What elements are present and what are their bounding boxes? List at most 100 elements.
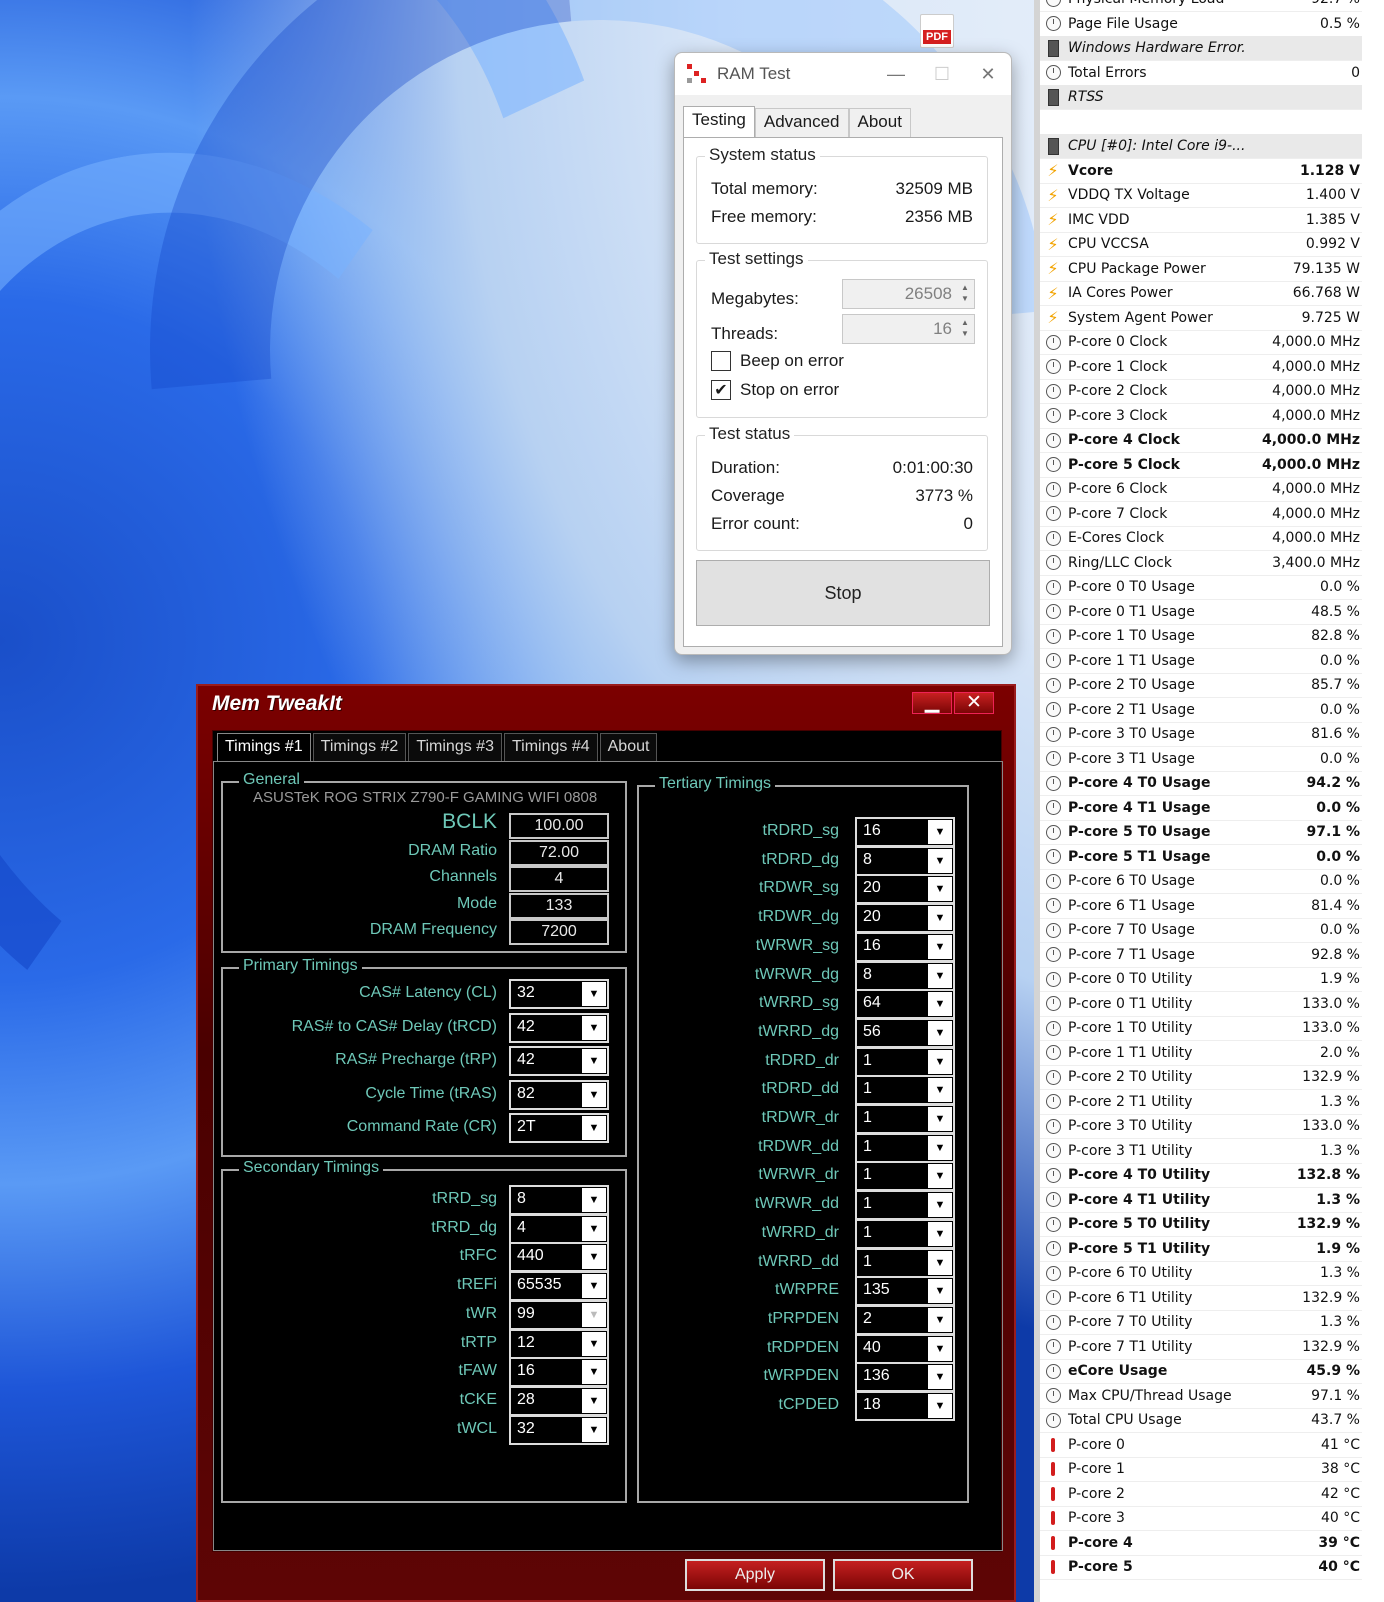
chevron-down-icon[interactable]: ▼ [928, 1279, 952, 1304]
sensor-row[interactable]: Max CPU/Thread Usage 97.1 % [1040, 1384, 1362, 1409]
sensor-row[interactable]: P-core 1 Clock 4,000.0 MHz [1040, 355, 1362, 380]
sensor-row[interactable]: P-core 6 T1 Utility 132.9 % [1040, 1286, 1362, 1311]
timing-dropdown[interactable]: 32 ▼ [509, 1414, 609, 1445]
chevron-down-icon[interactable]: ▼ [928, 877, 952, 902]
sensor-row[interactable]: P-core 7 T1 Usage 92.8 % [1040, 943, 1362, 968]
sensor-row[interactable]: P-core 0 T0 Utility 1.9 % [1040, 967, 1362, 992]
sensor-row[interactable]: ⚡ Vcore 1.128 V [1040, 159, 1362, 184]
sensor-row[interactable]: ⚡ IMC VDD 1.385 V [1040, 208, 1362, 233]
sensor-row[interactable]: P-core 7 T0 Usage 0.0 % [1040, 918, 1362, 943]
timing-dropdown[interactable]: 1 ▼ [855, 1190, 955, 1221]
ok-button[interactable]: OK [833, 1559, 973, 1591]
chevron-down-icon[interactable]: ▼ [928, 1336, 952, 1361]
chevron-down-icon[interactable]: ▼ [928, 1193, 952, 1218]
timing-dropdown[interactable]: 1 ▼ [855, 1075, 955, 1106]
checkbox-empty-icon[interactable] [711, 351, 731, 371]
timing-dropdown[interactable]: 40 ▼ [855, 1333, 955, 1364]
sensor-row[interactable]: P-core 3 T1 Usage 0.0 % [1040, 747, 1362, 772]
spinner-arrows-icon[interactable]: ▲ ▼ [958, 282, 972, 306]
chevron-down-icon[interactable]: ▼ [928, 1164, 952, 1189]
chevron-down-icon[interactable]: ▼ [928, 1078, 952, 1103]
chevron-down-icon[interactable]: ▼ [928, 1020, 952, 1045]
minimize-icon[interactable]: — [873, 64, 919, 85]
timing-dropdown[interactable]: 64 ▼ [855, 989, 955, 1020]
threads-spinner[interactable]: 16 ▲ ▼ [842, 314, 975, 344]
timing-dropdown[interactable]: 1 ▼ [855, 1104, 955, 1134]
stop-on-error-checkbox[interactable]: ✔ Stop on error [711, 380, 839, 400]
sensor-row[interactable]: P-core 5 T0 Utility 132.9 % [1040, 1212, 1362, 1237]
timing-dropdown[interactable]: 8 ▼ [855, 960, 955, 991]
sensor-row[interactable]: P-core 0 T0 Usage 0.0 % [1040, 575, 1362, 600]
sensor-row[interactable]: P-core 5 T1 Usage 0.0 % [1040, 845, 1362, 870]
sensor-row[interactable]: P-core 2 T1 Utility 1.3 % [1040, 1090, 1362, 1115]
timing-dropdown[interactable]: 56 ▼ [855, 1017, 955, 1048]
tab-timings-2[interactable]: Timings #2 [312, 733, 407, 761]
tab-timings-1[interactable]: Timings #1 [217, 733, 311, 761]
chevron-down-icon[interactable]: ▼ [582, 1417, 606, 1442]
sensor-row[interactable]: P-core 0 T1 Usage 48.5 % [1040, 600, 1362, 625]
sensor-row[interactable]: ⚡ CPU VCCSA 0.992 V [1040, 232, 1362, 257]
timing-dropdown[interactable]: 16 ▼ [855, 817, 955, 847]
sensor-row[interactable]: Total Errors 0 [1040, 61, 1362, 86]
tab-advanced[interactable]: Advanced [754, 108, 849, 137]
sensor-row[interactable]: P-core 5 Clock 4,000.0 MHz [1040, 453, 1362, 478]
sensor-row[interactable]: P-core 7 Clock 4,000.0 MHz [1040, 502, 1362, 527]
timing-dropdown[interactable]: 1 ▼ [855, 1218, 955, 1249]
sensor-row[interactable]: ⚡ IA Cores Power 66.768 W [1040, 281, 1362, 306]
timing-dropdown[interactable]: 18 ▼ [855, 1391, 955, 1421]
sensor-row[interactable]: P-core 6 T0 Utility 1.3 % [1040, 1261, 1362, 1286]
tab-about[interactable]: About [848, 108, 911, 137]
sensor-group-header[interactable]: Windows Hardware Error... [1040, 36, 1362, 61]
tab-about[interactable]: About [599, 733, 658, 761]
timing-dropdown[interactable]: 2 ▼ [855, 1304, 955, 1335]
sensor-row[interactable]: P-core 7 T1 Utility 132.9 % [1040, 1335, 1362, 1360]
sensor-row[interactable]: P-core 3 40 °C [1040, 1506, 1362, 1531]
chevron-down-icon[interactable]: ▼ [928, 1221, 952, 1246]
close-icon[interactable]: ✕ [954, 692, 994, 714]
sensor-row[interactable]: P-core 1 38 °C [1040, 1457, 1362, 1482]
sensor-row[interactable]: P-core 4 T0 Utility 132.8 % [1040, 1163, 1362, 1188]
timing-dropdown[interactable]: 136 ▼ [855, 1362, 955, 1393]
tab-timings-3[interactable]: Timings #3 [408, 733, 502, 761]
sensor-row[interactable]: P-core 5 T1 Utility 1.9 % [1040, 1237, 1362, 1262]
sensor-row[interactable]: P-core 0 Clock 4,000.0 MHz [1040, 330, 1362, 355]
sensor-row[interactable]: P-core 2 Clock 4,000.0 MHz [1040, 379, 1362, 404]
mem-tweakit-titlebar[interactable]: Mem TweakIt [198, 686, 1014, 722]
chevron-down-icon[interactable]: ▼ [928, 1049, 952, 1074]
sensor-row[interactable]: E-Cores Clock 4,000.0 MHz [1040, 526, 1362, 551]
sensor-row[interactable]: P-core 2 42 °C [1040, 1482, 1362, 1507]
maximize-icon[interactable]: ☐ [919, 64, 965, 85]
minimize-icon[interactable]: ▁ [912, 692, 952, 714]
sensor-row[interactable]: Page File Usage 0.5 % [1040, 12, 1362, 37]
sensor-row[interactable]: P-core 0 41 °C [1040, 1433, 1362, 1458]
chevron-down-icon[interactable]: ▼ [928, 1250, 952, 1275]
sensor-row[interactable]: ⚡ CPU Package Power 79.135 W [1040, 257, 1362, 282]
stop-button[interactable]: Stop [696, 560, 990, 626]
sensor-row[interactable]: P-core 1 T0 Usage 82.8 % [1040, 624, 1362, 649]
spinner-arrows-icon[interactable]: ▲ ▼ [958, 317, 972, 341]
chevron-down-icon[interactable]: ▼ [928, 906, 952, 931]
sensor-row[interactable]: P-core 3 T1 Utility 1.3 % [1040, 1139, 1362, 1164]
timing-dropdown[interactable]: 1 ▼ [855, 1132, 955, 1163]
sensor-row[interactable]: P-core 5 40 °C [1040, 1555, 1362, 1580]
sensor-group-header[interactable]: RTSS [1040, 85, 1362, 110]
chevron-down-icon[interactable]: ▼ [928, 848, 952, 873]
sensor-row[interactable]: P-core 3 T0 Usage 81.6 % [1040, 722, 1362, 747]
sensor-row[interactable]: P-core 5 T0 Usage 97.1 % [1040, 820, 1362, 845]
sensor-row[interactable]: P-core 4 T1 Usage 0.0 % [1040, 796, 1362, 821]
chevron-down-icon[interactable]: ▼ [928, 1365, 952, 1390]
timing-dropdown[interactable]: 135 ▼ [855, 1276, 955, 1307]
chevron-down-icon[interactable]: ▼ [928, 934, 952, 959]
sensor-row[interactable]: P-core 1 T1 Utility 2.0 % [1040, 1041, 1362, 1066]
chevron-down-icon[interactable]: ▼ [928, 1307, 952, 1332]
sensor-row[interactable]: P-core 2 T1 Usage 0.0 % [1040, 698, 1362, 723]
sensor-row[interactable]: P-core 4 Clock 4,000.0 MHz [1040, 428, 1362, 453]
timing-dropdown[interactable]: 1 ▼ [855, 1046, 955, 1077]
tab-timings-4[interactable]: Timings #4 [503, 733, 598, 761]
checkmark-icon[interactable]: ✔ [711, 380, 731, 400]
sensor-row[interactable]: P-core 6 Clock 4,000.0 MHz [1040, 477, 1362, 502]
timing-dropdown[interactable]: 1 ▼ [855, 1161, 955, 1192]
sensor-row[interactable]: P-core 1 T0 Utility 133.0 % [1040, 1016, 1362, 1041]
sensor-row[interactable]: P-core 4 39 °C [1040, 1531, 1362, 1556]
sensor-row[interactable]: ⚡ System Agent Power 9.725 W [1040, 306, 1362, 331]
